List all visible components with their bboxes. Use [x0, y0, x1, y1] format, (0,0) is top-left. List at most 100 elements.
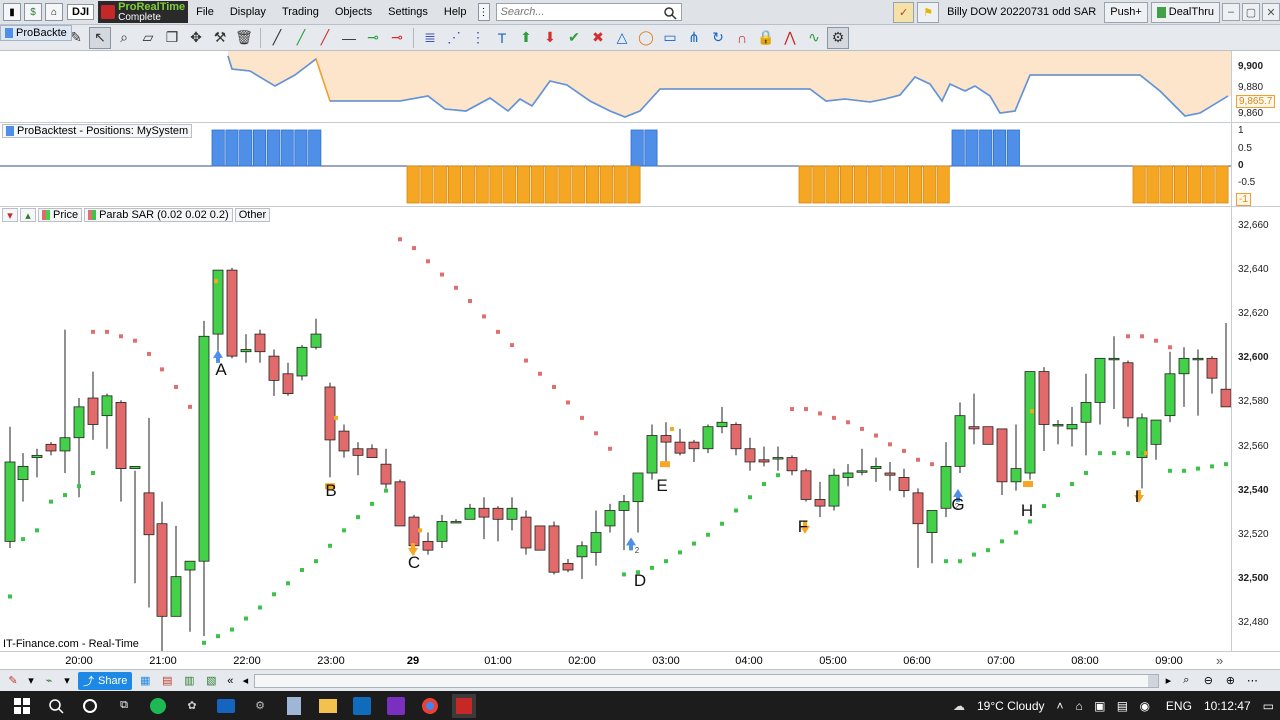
chevron-down-icon[interactable]: ▾ — [26, 672, 36, 690]
weather-label[interactable]: 19°C Cloudy — [977, 699, 1045, 713]
workspace-button[interactable]: Billy DOW 20220731 odd SAR — [942, 2, 1101, 23]
cycle-icon[interactable]: ↻ — [707, 27, 729, 49]
settings-icon[interactable]: ⚙ — [827, 26, 849, 49]
push-button[interactable]: Push+ — [1104, 1, 1148, 23]
spotify-icon[interactable] — [146, 694, 170, 718]
menu-help[interactable]: Help — [436, 6, 475, 18]
language-label[interactable]: ENG — [1166, 699, 1192, 713]
copy-icon[interactable]: ❐ — [161, 27, 183, 49]
fib-icon[interactable]: ≣ — [419, 27, 441, 49]
onenote-icon[interactable] — [384, 694, 408, 718]
prorealtime-icon[interactable] — [452, 693, 476, 718]
check-icon[interactable]: ✔ — [563, 27, 585, 49]
buy-arrow-icon[interactable]: ⬆ — [515, 27, 537, 49]
scroll-thumb[interactable] — [1148, 674, 1159, 687]
line-icon[interactable]: ╱ — [266, 27, 288, 49]
red-segment-icon[interactable]: ⊸ — [386, 27, 408, 49]
grid-icon[interactable]: ⋮ — [477, 3, 490, 21]
cortana-icon[interactable] — [78, 694, 102, 718]
sell-arrow-icon[interactable]: ⬇ — [539, 27, 561, 49]
photos-icon[interactable]: ✿ — [180, 694, 204, 718]
search-icon[interactable] — [44, 694, 68, 718]
zigzag-icon[interactable]: ⋀ — [779, 27, 801, 49]
outlook-icon[interactable] — [350, 694, 374, 718]
zoom-icon[interactable]: ⌕ — [113, 27, 135, 49]
share-button[interactable]: ⤴ Share — [78, 671, 133, 690]
dealthru-button[interactable]: DealThru — [1150, 1, 1220, 23]
tools-icon[interactable]: ⚒ — [209, 27, 231, 49]
legend-parab-sar[interactable]: Parab SAR (0.02 0.02 0.2) — [84, 208, 233, 222]
legend-other[interactable]: Other — [234, 208, 271, 222]
more-icon[interactable]: ⋯ — [1243, 672, 1261, 690]
menu-file[interactable]: File — [188, 6, 222, 18]
cursor-icon[interactable]: ↖ — [89, 26, 111, 49]
triangle-icon[interactable]: △ — [611, 27, 633, 49]
pitchfork-icon[interactable]: ⋔ — [683, 27, 705, 49]
calendar-icon[interactable]: ▦ — [136, 672, 154, 690]
text-icon[interactable]: T — [491, 27, 513, 49]
windows-start-icon[interactable] — [10, 694, 34, 718]
export-icon[interactable]: ▧ — [202, 672, 220, 690]
clock-label[interactable]: 10:12:47 — [1204, 699, 1251, 713]
green-line-icon[interactable]: ╱ — [290, 27, 312, 49]
close-icon[interactable]: ✕ — [1262, 3, 1280, 21]
notification-icon[interactable]: ▭ — [1263, 699, 1274, 713]
zoom-fit-icon[interactable]: ⌕ — [1177, 672, 1195, 690]
list-icon[interactable]: ▤ — [158, 672, 176, 690]
cross-icon[interactable]: ✖ — [587, 27, 609, 49]
annotation-letter: I — [1135, 487, 1140, 506]
chevron-up-icon[interactable]: ˄ — [1057, 699, 1064, 713]
task-view-icon[interactable]: ⧉ — [112, 694, 136, 718]
scroll-right-icon[interactable]: ▸ — [1163, 672, 1173, 690]
chart-type-icon[interactable]: ▮ — [3, 3, 21, 21]
dollar-icon[interactable]: $ — [24, 3, 42, 21]
settings-icon[interactable]: ⚙ — [248, 694, 272, 718]
probacktest-tab[interactable]: ProBackte — [0, 25, 72, 41]
table-icon[interactable]: ▥ — [180, 672, 198, 690]
hline-icon[interactable]: — — [338, 27, 360, 49]
home-icon[interactable]: ⌂ — [45, 3, 63, 21]
chart-style-icon[interactable]: ⌁ — [40, 672, 58, 690]
trash-icon[interactable]: 🗑 — [233, 27, 255, 49]
tray-icons[interactable]: ⌂ ▣ ▤ ◉ — [1076, 699, 1154, 713]
red-line-icon[interactable]: ╱ — [314, 27, 336, 49]
maximize-icon[interactable]: ▢ — [1242, 3, 1260, 21]
chrome-icon[interactable] — [418, 694, 442, 718]
scroll-left-icon[interactable]: ◂ — [240, 672, 250, 690]
chevron-down-icon[interactable]: ▾ — [62, 672, 72, 690]
fan-icon[interactable]: ⋰ — [443, 27, 465, 49]
indicator-icon[interactable]: ✎ — [4, 672, 22, 690]
ticker-label[interactable]: DJI — [67, 4, 95, 20]
horizontal-scrollbar[interactable] — [254, 673, 1160, 688]
move-icon[interactable]: ✥ — [185, 27, 207, 49]
search-icon[interactable] — [663, 6, 677, 20]
hp-icon[interactable] — [214, 694, 238, 718]
positions-color-icon — [6, 126, 14, 136]
file-explorer-icon[interactable] — [316, 694, 340, 718]
search-input[interactable] — [500, 6, 661, 18]
notepad-icon[interactable] — [282, 694, 306, 718]
flag-icon[interactable]: ⚑ — [917, 1, 940, 23]
lock-icon[interactable]: 🔒 — [755, 27, 777, 49]
minimize-icon[interactable]: – — [1222, 3, 1240, 21]
menu-trading[interactable]: Trading — [274, 6, 327, 18]
indicator-icon[interactable]: ✓ — [892, 1, 915, 23]
collapse-button[interactable]: ▾ — [2, 208, 18, 222]
magnet-icon[interactable]: ∩ — [731, 27, 753, 49]
rectangle-icon[interactable]: ▭ — [659, 27, 681, 49]
menu-display[interactable]: Display — [222, 6, 274, 18]
zoom-out-icon[interactable]: ⊖ — [1199, 672, 1217, 690]
wave-icon[interactable]: ∿ — [803, 27, 825, 49]
rewind-icon[interactable]: « — [224, 672, 236, 690]
expand-button[interactable]: ▴ — [20, 208, 36, 222]
zoom-in-icon[interactable]: ⊕ — [1221, 672, 1239, 690]
legend-price[interactable]: Price — [38, 208, 83, 222]
fib-time-icon[interactable]: ⋮ — [467, 27, 489, 49]
ellipse-icon[interactable]: ◯ — [635, 27, 657, 49]
ruler-icon[interactable]: ▱ — [137, 27, 159, 49]
green-segment-icon[interactable]: ⊸ — [362, 27, 384, 49]
scroll-right-icon[interactable]: » — [1216, 653, 1223, 668]
menu-settings[interactable]: Settings — [380, 6, 436, 18]
search-field[interactable] — [495, 3, 682, 21]
menu-objects[interactable]: Objects — [327, 6, 380, 18]
